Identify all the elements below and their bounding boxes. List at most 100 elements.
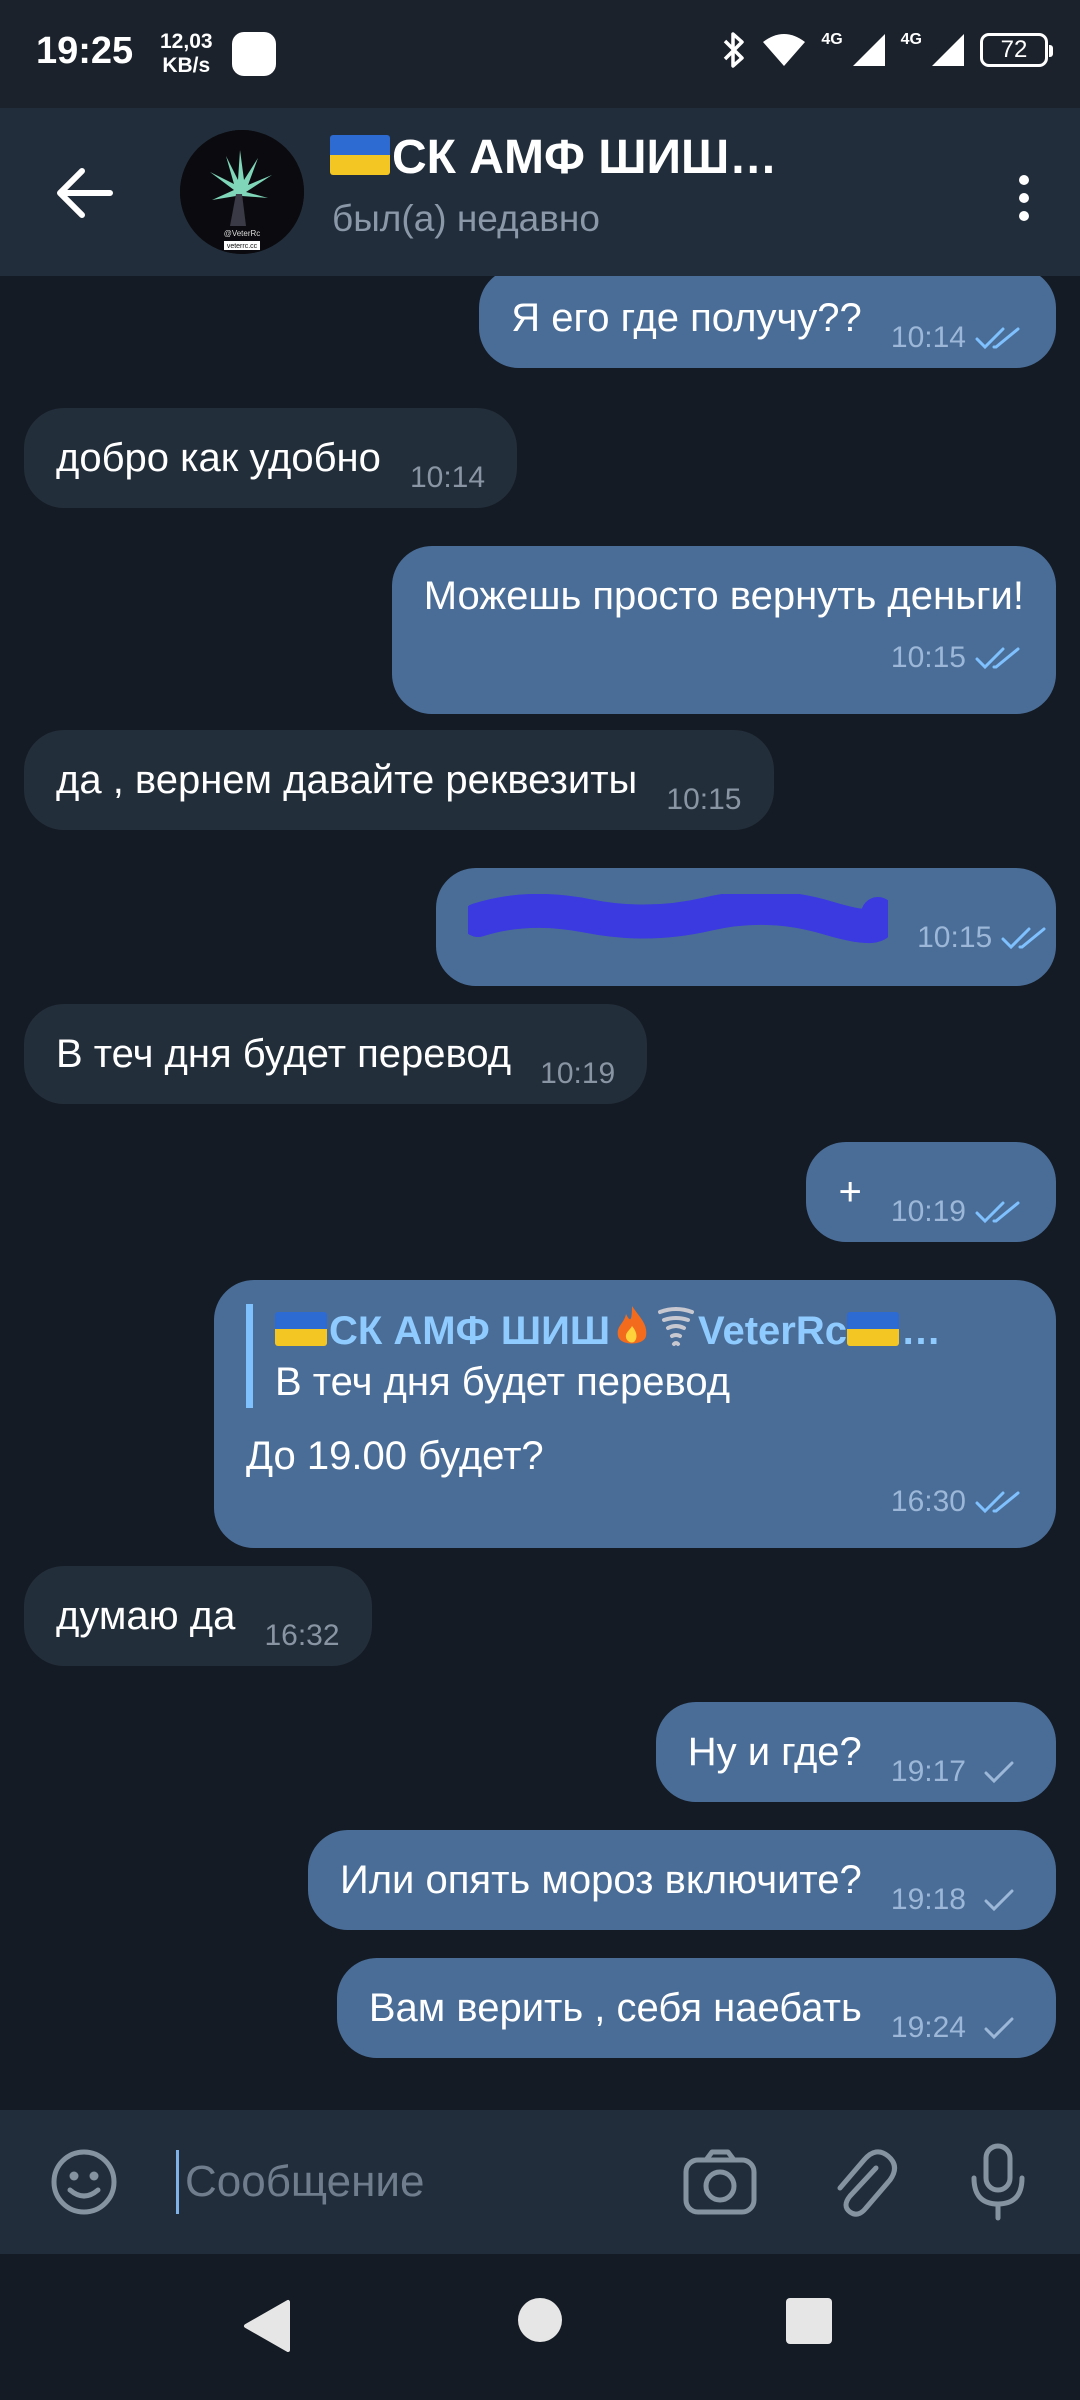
message-meta: 19:24 <box>891 2002 1024 2054</box>
message-bubble[interactable]: добро как удобно 10:14 <box>24 408 518 508</box>
message-time: 10:15 <box>917 921 993 954</box>
message-time: 10:15 <box>666 783 742 816</box>
check-icon <box>984 2017 1014 2040</box>
message-input[interactable]: Сообщение <box>176 2150 665 2214</box>
reply-author-name-2: VeterRc <box>698 1309 847 1353</box>
check-icon <box>984 1761 1014 1784</box>
ukraine-flag-icon <box>847 1312 899 1346</box>
message-text: добро как удобно <box>56 436 381 480</box>
message-meta: 16:32 <box>264 1610 339 1662</box>
battery-level: 72 <box>1000 36 1028 63</box>
message-bubble[interactable]: Я его где получу?? 10:14 <box>479 276 1056 368</box>
message-meta: 16:30 <box>246 1476 1024 1528</box>
message-bubble[interactable]: Или опять мороз включите? 19:18 <box>307 1830 1056 1930</box>
network-type-2: 4G <box>900 31 922 48</box>
message-time: 19:24 <box>890 2011 966 2044</box>
message-text: Я его где получу?? <box>511 296 862 340</box>
reply-text: В теч дня будет перевод <box>275 1360 731 1404</box>
tornado-icon <box>658 1307 695 1346</box>
message-bubble[interactable]: да , вернем давайте реквезиты 10:15 <box>24 730 774 830</box>
message-meta: 19:18 <box>891 1874 1024 1926</box>
chat-header: @VeterRc veterrc.cc СК АМФ ШИШ… был(а) н… <box>0 108 1080 276</box>
double-check-icon <box>975 647 1020 670</box>
message-meta: 10:15 <box>917 912 1050 964</box>
network-speed-unit: KB/s <box>162 54 211 77</box>
status-time: 19:25 <box>36 30 134 72</box>
message-meta: 10:19 <box>540 1048 615 1100</box>
camera-icon[interactable] <box>682 2146 758 2218</box>
message-bubble[interactable]: В теч дня будет перевод 10:19 <box>24 1004 648 1104</box>
message-meta: 10:19 <box>891 1186 1024 1238</box>
message-input-bar: Сообщение <box>0 2110 1080 2254</box>
avatar-caption-2: veterrc.cc <box>227 243 258 250</box>
redacted-scribble <box>468 894 888 944</box>
microphone-icon[interactable] <box>966 2142 1030 2222</box>
network-speed: 12,03 KB/s <box>160 30 213 78</box>
avatar-logo-image: @VeterRc veterrc.cc <box>180 130 304 254</box>
paperclip-icon[interactable] <box>826 2144 898 2220</box>
check-icon <box>984 1889 1014 1912</box>
message-text: думаю да <box>56 1594 236 1638</box>
status-bar: 19:25 12,03 KB/s 4G 4G 72 <box>0 0 1080 108</box>
message-bubble[interactable]: + 10:19 <box>806 1142 1056 1242</box>
fire-icon <box>617 1306 647 1344</box>
message-text: + <box>838 1170 862 1214</box>
avatar[interactable]: @VeterRc veterrc.cc <box>180 130 304 254</box>
double-check-icon <box>975 327 1020 350</box>
message-time: 16:30 <box>890 1485 966 1518</box>
app-notification-icon <box>232 32 276 76</box>
message-meta: 10:15 <box>666 774 741 826</box>
message-time: 10:14 <box>409 461 486 494</box>
message-time: 19:17 <box>890 1755 966 1788</box>
double-check-icon <box>975 1201 1020 1224</box>
message-bubble-reply[interactable]: СК АМФ ШИШ VeterRc… В теч дня будет перев… <box>214 1280 1056 1548</box>
message-text: Вам верить , себя наебать <box>368 1986 862 2030</box>
ukraine-flag-icon <box>275 1312 327 1346</box>
nav-back-icon[interactable] <box>242 2298 292 2354</box>
message-list[interactable]: Я его где получу?? 10:14 добро как удобн… <box>0 276 1080 2110</box>
reply-quote[interactable]: СК АМФ ШИШ VeterRc… В теч дня будет перев… <box>246 1304 1024 1408</box>
chat-title[interactable]: СК АМФ ШИШ… <box>330 130 777 185</box>
message-time: 16:32 <box>264 1619 340 1652</box>
message-meta: 19:17 <box>891 1746 1024 1798</box>
message-time: 19:18 <box>890 1883 966 1916</box>
message-bubble[interactable]: думаю да 16:32 <box>24 1566 372 1666</box>
message-text: В теч дня будет перевод <box>56 1032 512 1076</box>
message-time: 10:14 <box>890 321 966 354</box>
signal-icon-2 <box>932 34 964 66</box>
network-type-1: 4G <box>821 31 843 48</box>
arrow-left-icon[interactable] <box>50 163 120 223</box>
smile-icon[interactable] <box>48 2146 120 2218</box>
signal-icon-1 <box>852 34 885 66</box>
ukraine-flag-icon <box>330 135 390 175</box>
message-meta: 10:15 <box>424 632 1024 684</box>
message-time: 10:19 <box>890 1195 966 1228</box>
message-bubble[interactable]: Вам верить , себя наебать 19:24 <box>336 1958 1056 2058</box>
double-check-icon <box>975 1491 1020 1514</box>
message-time: 10:19 <box>540 1057 616 1090</box>
message-text: Можешь просто вернуть деньги! <box>423 574 1024 618</box>
double-check-icon <box>1001 927 1046 950</box>
message-text: До 19.00 будет? <box>246 1434 544 1478</box>
message-text: Или опять мороз включите? <box>339 1858 862 1902</box>
nav-recents-icon[interactable] <box>786 2298 832 2344</box>
battery-icon: 72 <box>980 33 1053 67</box>
avatar-caption-1: @VeterRc <box>224 229 261 238</box>
more-vertical-icon[interactable] <box>994 168 1054 228</box>
message-meta: 10:14 <box>410 452 485 504</box>
message-meta: 10:14 <box>891 312 1024 364</box>
message-bubble[interactable]: Ну и где? 19:17 <box>655 1702 1056 1802</box>
reply-author-name: СК АМФ ШИШ <box>329 1309 611 1353</box>
status-icons: 4G 4G 72 <box>721 30 1053 70</box>
message-text: да , вернем давайте реквезиты <box>56 758 638 802</box>
chat-status: был(а) недавно <box>332 198 600 239</box>
reply-author: СК АМФ ШИШ VeterRc… <box>275 1304 1024 1356</box>
message-time: 10:15 <box>890 641 966 674</box>
wifi-icon <box>763 34 806 66</box>
network-speed-value: 12,03 <box>160 30 213 53</box>
bluetooth-icon <box>724 32 745 68</box>
nav-home-icon[interactable] <box>518 2298 562 2342</box>
message-bubble[interactable]: 10:15 <box>436 868 1056 986</box>
message-bubble[interactable]: Можешь просто вернуть деньги! 10:15 <box>391 546 1056 714</box>
chat-title-text: СК АМФ ШИШ… <box>392 131 778 184</box>
